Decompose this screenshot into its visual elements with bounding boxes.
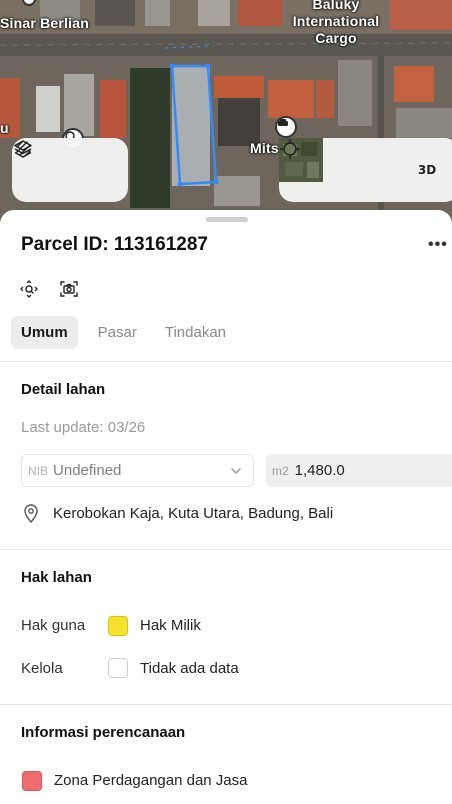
- address-text: Kerobokan Kaja, Kuta Utara, Badung, Bali: [53, 504, 334, 522]
- area-value: 1,480.0: [294, 462, 345, 479]
- map-controls-right: 3D: [279, 138, 452, 202]
- more-options-button[interactable]: •••: [428, 236, 448, 254]
- map-label-cargo: Baluky International Cargo: [286, 0, 386, 47]
- divider: [0, 361, 452, 362]
- map-label-cargo-line1: Baluky: [312, 0, 360, 12]
- location-pin-icon: [21, 503, 41, 523]
- tab-pasar[interactable]: Pasar: [88, 316, 147, 349]
- nib-value: Undefined: [53, 462, 122, 479]
- tab-tindakan[interactable]: Tindakan: [155, 316, 236, 349]
- camera-scan-icon: [60, 281, 78, 297]
- chevron-down-icon: [231, 468, 241, 475]
- zoom-to-parcel-icon: [20, 280, 38, 298]
- parcel-tools: [18, 278, 80, 300]
- area-field: m2 1,480.0: [266, 454, 452, 487]
- sheet-drag-handle[interactable]: [206, 217, 248, 222]
- map-label-sinar-berlian: Sinar Berlian: [0, 15, 89, 31]
- crosshair-icon: [280, 139, 300, 159]
- last-update-text: Last update: 03/26: [21, 419, 146, 436]
- tab-umum[interactable]: Umum: [11, 316, 78, 349]
- zoom-to-parcel-button[interactable]: [18, 278, 40, 300]
- divider: [0, 704, 452, 705]
- hak-lahan-heading: Hak lahan: [21, 569, 92, 586]
- map-controls-left: [12, 138, 128, 202]
- zone-label: Zona Perdagangan dan Jasa: [54, 772, 248, 789]
- nib-select[interactable]: NIB Undefined: [21, 454, 254, 487]
- map-view[interactable]: Sinar Berlian Baluky International Cargo…: [0, 0, 452, 230]
- locate-button[interactable]: [280, 139, 393, 190]
- nib-prefix: NIB: [28, 463, 49, 478]
- hak-guna-swatch: [108, 616, 128, 636]
- map-label-u: u: [0, 120, 9, 136]
- kelola-value: Tidak ada data: [140, 660, 239, 677]
- zone-swatch: [22, 771, 42, 791]
- informasi-perencanaan-heading: Informasi perencanaan: [21, 724, 186, 741]
- three-d-button[interactable]: 3D: [407, 150, 447, 190]
- detail-lahan-heading: Detail lahan: [21, 381, 106, 398]
- address-row: Kerobokan Kaja, Kuta Utara, Badung, Bali: [21, 503, 333, 523]
- area-unit: m2: [272, 463, 289, 478]
- divider: [0, 549, 452, 550]
- parcel-title: Parcel ID: 113161287: [21, 234, 208, 255]
- map-label-mits: Mits: [250, 140, 279, 156]
- street-view-button[interactable]: [58, 278, 80, 300]
- parcel-detail-sheet: Parcel ID: 113161287 ••• Umum Pasar Tind…: [0, 210, 452, 804]
- draw-button[interactable]: [16, 141, 114, 190]
- car-poi-icon[interactable]: [275, 116, 297, 138]
- map-label-cargo-line3: Cargo: [315, 30, 357, 46]
- hak-guna-value: Hak Milik: [140, 617, 201, 634]
- draw-icon: [16, 141, 31, 157]
- hak-guna-label: Hak guna: [21, 617, 86, 634]
- kelola-swatch: [108, 658, 128, 678]
- map-label-cargo-line2: International: [292, 13, 380, 29]
- kelola-label: Kelola: [21, 660, 63, 677]
- tab-bar: Umum Pasar Tindakan: [11, 316, 236, 349]
